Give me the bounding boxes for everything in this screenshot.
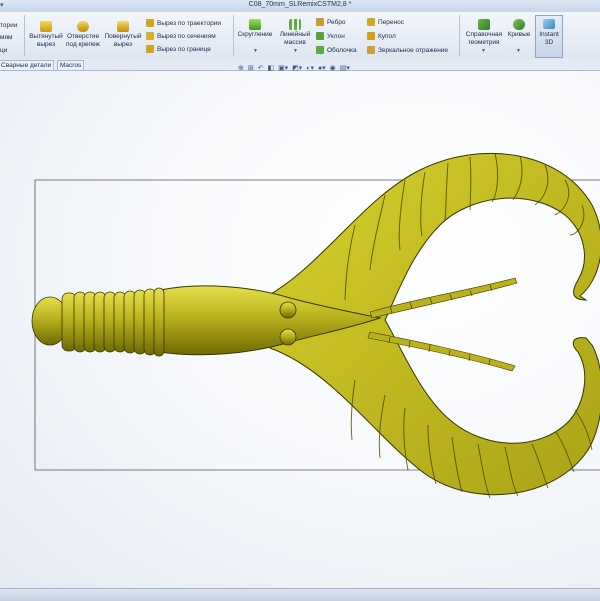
hole-wizard-button[interactable]: Отверстие под крепеж	[64, 21, 102, 49]
reference-geometry-icon	[478, 19, 490, 30]
wrap-icon	[367, 18, 375, 27]
linear-pattern-button[interactable]: Линейный массив	[276, 19, 314, 47]
shell-button[interactable]: Оболочка	[316, 45, 357, 56]
eye-bump-lower	[279, 328, 297, 346]
lofted-cut-icon	[146, 32, 154, 41]
loft-label-cut[interactable]: мям	[0, 32, 12, 43]
shell-icon	[316, 46, 324, 55]
mirror-icon	[367, 46, 375, 55]
window-title: C08_70mm_SLRemixCSTM2,8 *	[248, 1, 352, 8]
draft-icon	[316, 32, 324, 41]
rib-icon	[316, 18, 324, 27]
segmented-section	[31, 287, 165, 357]
fillet-dropdown-icon[interactable]: ▼	[253, 48, 258, 54]
lofted-cut-button[interactable]: Вырез по сечениям	[146, 31, 216, 42]
wrap-button[interactable]: Перенос	[367, 17, 404, 28]
curves-button[interactable]: Кривые	[506, 19, 532, 39]
linear-pattern-icon	[289, 19, 301, 30]
sweep-label-cut[interactable]: тории	[0, 20, 17, 31]
instant3d-icon	[543, 19, 555, 29]
mirror-button[interactable]: Зеркальное отражение	[367, 45, 448, 56]
status-bar	[0, 588, 600, 601]
fillet-icon	[249, 19, 261, 30]
instant3d-button[interactable]: Instant 3D	[535, 15, 563, 58]
ref-geometry-dropdown-icon[interactable]: ▼	[481, 48, 486, 54]
curves-icon	[513, 19, 525, 30]
dome-icon	[367, 32, 375, 41]
hole-wizard-icon	[77, 21, 89, 32]
draft-button[interactable]: Уклон	[316, 31, 345, 42]
extruded-cut-button[interactable]: Вытянутый вырез	[27, 21, 65, 49]
swept-cut-button[interactable]: Вырез по траектории	[146, 18, 221, 29]
revolved-cut-button[interactable]: Повернутый вырез	[103, 21, 143, 49]
boundary-label-cut[interactable]: ци	[0, 45, 7, 56]
fillet-button[interactable]: Скругление	[235, 19, 275, 39]
3d-model-view[interactable]	[0, 71, 600, 588]
boundary-cut-button[interactable]: Вырез по границе	[146, 44, 211, 55]
revolved-cut-icon	[117, 21, 129, 32]
curves-dropdown-icon[interactable]: ▼	[516, 48, 521, 54]
dome-button[interactable]: Купол	[367, 31, 396, 42]
extruded-cut-icon	[40, 21, 52, 32]
command-manager-ribbon: тории мям ци Вытянутый вырез Отверстие п…	[0, 12, 600, 60]
pattern-dropdown-icon[interactable]: ▼	[293, 48, 298, 54]
eye-bump-upper	[279, 301, 297, 319]
tab-macros[interactable]: Macros	[57, 60, 85, 70]
tab-weldments[interactable]: Сварные детали	[0, 60, 55, 70]
boundary-cut-icon	[146, 45, 154, 54]
rib-button[interactable]: Ребро	[316, 17, 346, 28]
reference-geometry-button[interactable]: Справочная геометрия	[461, 19, 507, 47]
swept-cut-icon	[146, 19, 154, 28]
